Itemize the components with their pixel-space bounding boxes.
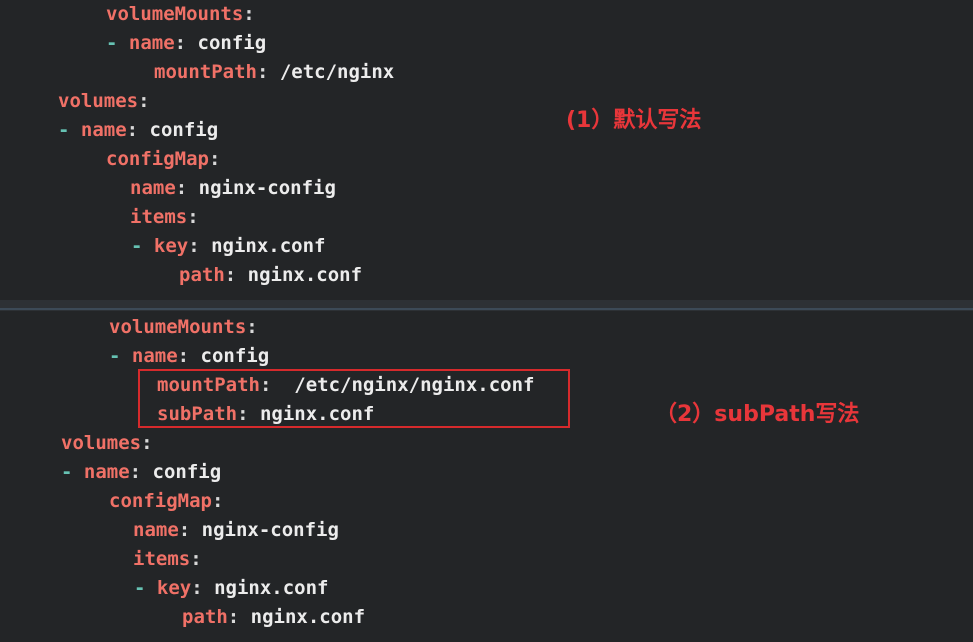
yaml-key: name (128, 32, 175, 54)
code-line: items: (133, 548, 202, 570)
code-line: configMap: (109, 490, 223, 512)
list-dash: - (61, 461, 84, 483)
yaml-value: nginx-config (198, 177, 336, 199)
yaml-key: volumeMounts (109, 316, 247, 338)
yaml-key: items (130, 206, 188, 228)
code-line: volumes: (61, 432, 153, 454)
yaml-key: path (179, 264, 225, 286)
yaml-value: nginx.conf (250, 606, 366, 628)
yaml-editor-bottom[interactable]: （2）subPath写法 volumeMounts: - name: config… (0, 311, 973, 642)
yaml-separator: : (208, 148, 221, 170)
yaml-key: name (133, 519, 179, 541)
yaml-key: name (83, 461, 130, 483)
yaml-separator: : (246, 316, 258, 338)
panel-divider (0, 300, 973, 311)
yaml-key: subPath (157, 403, 238, 425)
yaml-value: nginx.conf (211, 235, 326, 257)
yaml-value: nginx.conf (259, 403, 375, 425)
yaml-separator: : (224, 264, 248, 286)
yaml-value: config (149, 119, 219, 141)
yaml-value: /etc/nginx (279, 61, 395, 83)
code-line: items: (130, 206, 199, 228)
code-line: name: nginx-config (133, 519, 339, 541)
yaml-separator: : (188, 235, 212, 257)
yaml-value: /etc/nginx/nginx.conf (294, 374, 535, 396)
code-line: mountPath: /etc/nginx/nginx.conf (157, 374, 535, 396)
yaml-key: key (153, 235, 189, 257)
yaml-separator: : (227, 606, 251, 628)
yaml-key: mountPath (157, 374, 260, 396)
yaml-separator: : (174, 32, 198, 54)
code-line: volumes: (58, 90, 150, 112)
list-dash: - (58, 119, 81, 141)
yaml-key: volumes (61, 432, 142, 454)
yaml-value: nginx-config (201, 519, 339, 541)
yaml-key: key (156, 577, 192, 599)
yaml-separator: : (138, 90, 150, 112)
annotation-default-method: (1）默认写法 (566, 108, 702, 133)
code-line: mountPath: /etc/nginx (154, 61, 394, 83)
yaml-separator: : (259, 374, 295, 396)
code-line: - name: config (58, 119, 218, 141)
yaml-separator: : (256, 61, 280, 83)
yaml-value: config (197, 32, 267, 54)
yaml-separator: : (191, 577, 215, 599)
code-line: - name: config (61, 461, 221, 483)
yaml-separator: : (126, 119, 150, 141)
list-dash: - (131, 235, 154, 257)
code-line: configMap: (106, 148, 220, 170)
yaml-separator: : (177, 345, 201, 367)
code-line: - key: nginx.conf (134, 577, 329, 599)
code-line: volumeMounts: (109, 316, 258, 338)
code-line: - name: config (109, 345, 269, 367)
yaml-value: config (200, 345, 270, 367)
yaml-value: config (152, 461, 222, 483)
yaml-separator: : (190, 548, 202, 570)
yaml-key: path (182, 606, 228, 628)
list-dash: - (109, 345, 132, 367)
yaml-separator: : (243, 3, 255, 25)
divider-line (0, 308, 973, 310)
yaml-separator: : (237, 403, 260, 425)
yaml-key: name (131, 345, 178, 367)
yaml-key: name (80, 119, 127, 141)
yaml-separator: : (211, 490, 224, 512)
code-line: volumeMounts: (106, 3, 255, 25)
code-line: path: nginx.conf (182, 606, 365, 628)
yaml-key: mountPath (154, 61, 257, 83)
code-line: name: nginx-config (130, 177, 336, 199)
yaml-key: configMap (106, 148, 209, 170)
yaml-key: configMap (109, 490, 212, 512)
yaml-separator: : (129, 461, 153, 483)
code-line: - name: config (106, 32, 266, 54)
yaml-separator: : (141, 432, 153, 454)
list-dash: - (106, 32, 129, 54)
yaml-key: items (133, 548, 191, 570)
code-line: path: nginx.conf (179, 264, 362, 286)
yaml-value: nginx.conf (247, 264, 363, 286)
yaml-value: nginx.conf (214, 577, 329, 599)
yaml-key: name (130, 177, 176, 199)
yaml-separator: : (178, 519, 202, 541)
annotation-subpath-method: （2）subPath写法 (655, 402, 860, 427)
list-dash: - (134, 577, 157, 599)
code-line: subPath: nginx.conf (157, 403, 374, 425)
code-line: - key: nginx.conf (131, 235, 326, 257)
yaml-key: volumes (58, 90, 139, 112)
yaml-key: volumeMounts (106, 3, 244, 25)
yaml-editor-top[interactable]: (1）默认写法 volumeMounts: - name: config mount… (0, 0, 973, 300)
yaml-separator: : (187, 206, 199, 228)
yaml-separator: : (175, 177, 199, 199)
